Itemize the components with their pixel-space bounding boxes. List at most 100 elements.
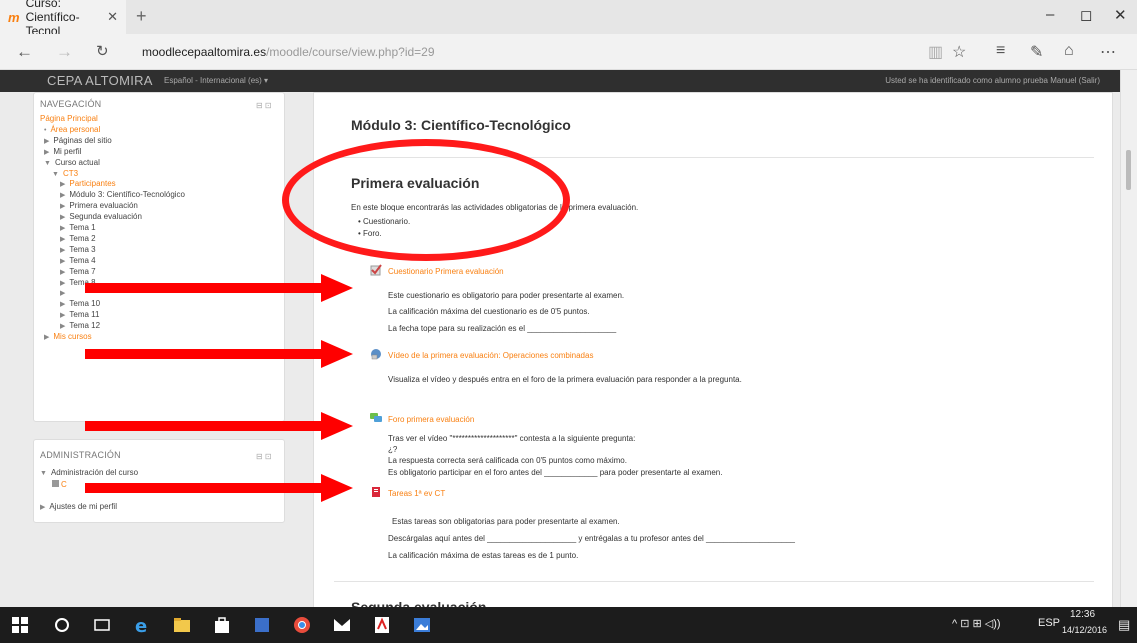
moodle-logo-icon: m (8, 9, 20, 25)
block-controls-icon[interactable]: ⊟ ⊡ (256, 452, 272, 461)
nav-item[interactable]: ▶ Tema 3 (60, 245, 96, 254)
windows-start-icon[interactable] (10, 615, 30, 635)
back-arrow-icon[interactable]: ← (16, 42, 33, 62)
nav-item[interactable]: Página Principal (40, 114, 98, 123)
forward-arrow-icon[interactable]: → (56, 42, 73, 62)
collapsed-triangle-icon: ▶ (60, 290, 66, 298)
nav-item[interactable]: ▶ Primera evaluación (60, 201, 138, 210)
input-language[interactable]: ESP (1038, 617, 1060, 629)
reading-view-icon[interactable]: ▥ (928, 42, 943, 62)
hub-icon[interactable]: ≡ (996, 42, 1005, 60)
nav-item[interactable]: ▶ (60, 288, 69, 297)
nav-item-label: Mis cursos (53, 332, 92, 341)
url-path: /moodle/course/view.php?id=29 (266, 45, 435, 59)
new-tab-button[interactable]: + (136, 6, 147, 27)
nav-item[interactable]: ▶ Tema 7 (60, 267, 96, 276)
nav-item-label: Tema 1 (69, 223, 96, 232)
minimize-button[interactable]: – (1046, 6, 1054, 23)
assignment-link[interactable]: Tareas 1ª ev CT (388, 489, 445, 498)
refresh-icon[interactable]: ↻ (96, 42, 109, 60)
browser-tab[interactable]: m Curso: Científico-Tecnol ✕ (0, 0, 126, 38)
nav-item[interactable]: ▼ CT3 (52, 169, 78, 178)
nav-item-label: Tema 2 (69, 233, 96, 243)
nav-item[interactable]: ▶ Participantes (60, 179, 116, 188)
administration-title: ADMINISTRACIÓN (40, 450, 121, 460)
arrow-shaft (85, 283, 325, 293)
nav-item[interactable]: • Área personal (44, 125, 100, 134)
scrollbar-thumb[interactable] (1126, 150, 1131, 190)
assignment-icon (372, 487, 380, 497)
favorite-star-icon[interactable]: ☆ (952, 42, 966, 62)
file-explorer-icon[interactable] (172, 615, 192, 635)
nav-item[interactable]: ▶ Tema 10 (60, 299, 100, 308)
admin-sub-item[interactable]: C (52, 480, 67, 489)
task-view-icon[interactable] (92, 615, 112, 635)
course-administration-item[interactable]: ▼ Administración del curso (40, 468, 138, 477)
forum-icon (370, 413, 382, 422)
nav-item-label: Tema 10 (69, 299, 101, 309)
nav-item[interactable]: ▶ Mi perfil (44, 147, 81, 156)
svg-text:e: e (135, 616, 147, 635)
site-name[interactable]: CEPA ALTOMIRA (47, 73, 153, 88)
nav-item[interactable]: ▶ Mis cursos (44, 332, 92, 341)
nav-item-label: Tema 3 (69, 244, 96, 254)
collapsed-triangle-icon: ▶ (60, 225, 66, 232)
annotation-arrow (85, 274, 353, 302)
collapsed-triangle-icon: ▶ (60, 312, 66, 320)
nav-item-label: Tema 4 (69, 255, 96, 265)
block-controls-icon[interactable]: ⊟ ⊡ (256, 101, 272, 110)
moodle-navbar: CEPA ALTOMIRA Español - Internacional (e… (0, 70, 1120, 92)
cortana-icon[interactable] (52, 615, 72, 635)
nav-item[interactable]: ▼ Curso actual (44, 158, 100, 167)
activity-description: Estas tareas son obligatorias para poder… (392, 517, 620, 526)
nav-item[interactable]: ▶ Segunda evaluación (60, 212, 142, 221)
store-icon[interactable] (212, 615, 232, 635)
video-link[interactable]: Vídeo de la primera evaluación: Operacio… (388, 351, 593, 360)
url-field[interactable]: moodlecepaaltomira.es/moodle/course/view… (142, 45, 435, 59)
nav-item[interactable]: ▶ Módulo 3: Científico-Tecnológico (60, 190, 185, 199)
nav-item[interactable]: ▶ Tema 11 (60, 310, 99, 319)
forum-link[interactable]: Foro primera evaluación (388, 415, 474, 424)
activity-description: Tras ver el vídeo "********************"… (388, 434, 636, 443)
nav-item[interactable]: ▶ Tema 4 (60, 256, 96, 265)
photos-icon[interactable] (412, 615, 432, 635)
web-note-icon[interactable]: ✎ (1030, 42, 1043, 62)
nav-item-label: Página Principal (40, 114, 98, 123)
nav-item-label: Curso actual (54, 157, 100, 167)
clock-time[interactable]: 12:36 (1070, 609, 1095, 620)
acrobat-icon[interactable] (372, 615, 392, 635)
collapsed-triangle-icon: ▶ (44, 334, 50, 341)
collapsed-triangle-icon: ▶ (60, 323, 66, 331)
url-host: moodlecepaaltomira.es (142, 45, 267, 59)
nav-item-label: Participantes (69, 179, 116, 189)
chrome-icon[interactable] (292, 615, 312, 635)
close-window-button[interactable]: ✕ (1114, 6, 1127, 24)
quiz-link[interactable]: Cuestionario Primera evaluación (388, 267, 504, 276)
annotation-arrow (85, 340, 353, 368)
annotation-arrow (85, 412, 353, 440)
login-info[interactable]: Usted se ha identificado como alumno pru… (885, 76, 1100, 85)
nav-item-label: CT3 (62, 168, 79, 178)
clock-date[interactable]: 14/12/2016 (1062, 625, 1107, 635)
nav-item[interactable]: ▶ Tema 12 (60, 321, 100, 330)
maximize-button[interactable]: ◻ (1080, 6, 1092, 24)
profile-settings-item[interactable]: ▶ Ajustes de mi perfil (40, 502, 117, 511)
collapsed-triangle-icon: ▶ (60, 181, 66, 189)
nav-item[interactable]: ▶ Tema 1 (60, 223, 96, 232)
windows-taskbar: e ^ ⊡ ⊞ ◁)) ESP 12:36 14/12/2016 ▤ (0, 607, 1137, 643)
mail-icon[interactable] (332, 615, 352, 635)
navigation-title: NAVEGACIÓN (40, 99, 102, 109)
system-tray-icons[interactable]: ^ ⊡ ⊞ ◁)) (952, 617, 1001, 630)
language-menu[interactable]: Español - Internacional (es) ▾ (164, 76, 268, 85)
activity-description: ¿? (388, 445, 398, 454)
nav-item[interactable]: ▶ Páginas del sitio (44, 136, 112, 145)
more-icon[interactable]: ⋯ (1100, 42, 1116, 62)
share-icon[interactable]: ⌂ (1064, 42, 1074, 60)
edge-icon[interactable]: e (132, 615, 152, 635)
tab-close-icon[interactable]: ✕ (107, 9, 118, 25)
nav-item[interactable]: ▶ Tema 2 (60, 234, 96, 243)
navigation-block: NAVEGACIÓN ⊟ ⊡ Página Principal • Área per… (33, 92, 285, 422)
nav-item-label: Segunda evaluación (69, 212, 142, 222)
app-icon[interactable] (252, 615, 272, 635)
notification-icon[interactable]: ▤ (1118, 617, 1130, 633)
